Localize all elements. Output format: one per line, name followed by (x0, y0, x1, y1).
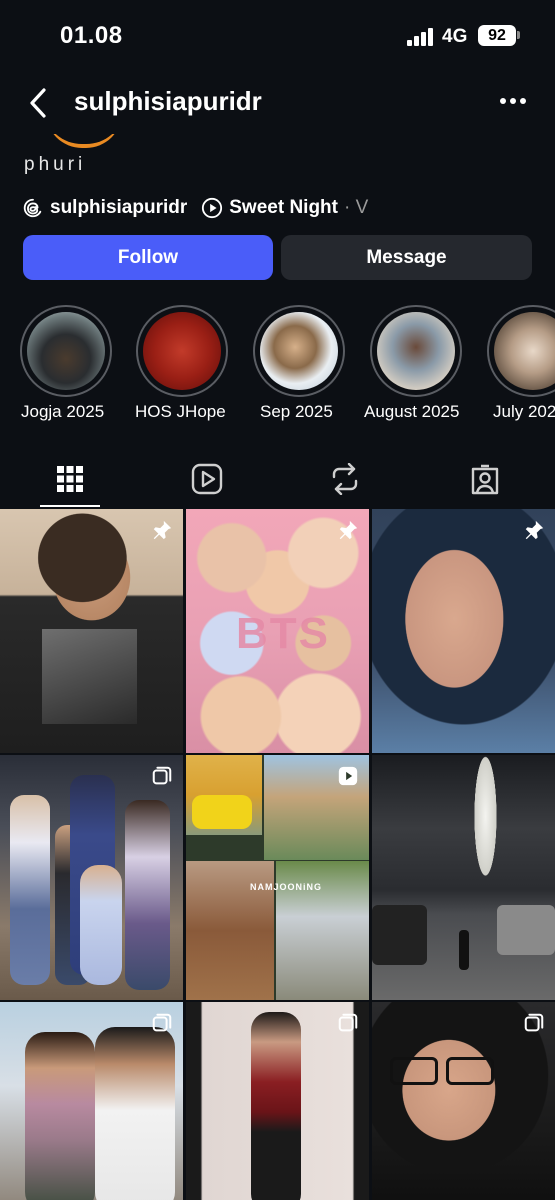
signal-icon (407, 28, 433, 46)
post-tile[interactable] (0, 1002, 183, 1200)
post-tile[interactable] (186, 1002, 369, 1200)
person-figure (80, 865, 122, 985)
carousel-icon (338, 1013, 358, 1032)
profile-links: sulphisiapuridr Sweet Night · V (22, 194, 368, 222)
person-figure (125, 800, 170, 990)
shirt-print (42, 629, 137, 724)
tab-posts[interactable] (40, 455, 100, 503)
post-tile[interactable] (0, 509, 183, 753)
bts-caption: BTS (236, 609, 330, 658)
battery-tip (517, 31, 520, 39)
pin-icon (339, 520, 358, 540)
person-figure (251, 1012, 301, 1200)
back-button[interactable] (24, 86, 56, 120)
highlight-label: August 2025 (364, 402, 460, 421)
post-tile[interactable] (0, 755, 183, 1000)
highlight-ring (136, 305, 228, 397)
tab-tagged[interactable] (455, 455, 515, 503)
post-tile[interactable] (372, 755, 555, 1000)
chevron-left-icon (30, 88, 46, 118)
highlight-label: Jogja 2025 (21, 402, 105, 421)
story-highlights: Jogja 2025 HOS JHope Sep 2025 August 202… (0, 305, 555, 425)
posts-grid: BTS NAMJOONiNG (0, 509, 555, 1200)
grid-icon (57, 466, 83, 492)
reposts-icon (332, 463, 358, 495)
collage-caption: NAMJOONiNG (249, 882, 322, 892)
more-dot-icon (500, 98, 506, 104)
message-button[interactable]: Message (281, 235, 532, 280)
parked-car (497, 905, 555, 955)
profile-picture-ring (46, 134, 122, 148)
post-tile[interactable] (372, 509, 555, 753)
highlight-thumbnail (143, 312, 221, 390)
highlight-ring (370, 305, 462, 397)
person-figure (459, 930, 469, 970)
highlight-ring (20, 305, 112, 397)
post-tile[interactable]: BTS (186, 509, 369, 753)
glasses-lens (446, 1057, 494, 1085)
profile-tabs (0, 455, 555, 507)
carousel-icon (152, 766, 172, 785)
more-dot-icon (520, 98, 526, 104)
music-artist: · V (343, 197, 369, 218)
person-figure (10, 795, 50, 985)
glasses-lens (390, 1057, 438, 1085)
carousel-icon (152, 1013, 172, 1032)
person-figure (95, 1027, 175, 1200)
follow-button[interactable]: Follow (23, 235, 273, 280)
status-bar: 01.08 4G 92 (0, 0, 555, 70)
more-options-button[interactable] (500, 98, 530, 108)
highlight-ring (487, 305, 555, 397)
post-tile[interactable] (372, 1002, 555, 1200)
person-figure (25, 1032, 95, 1200)
reels-icon (191, 463, 223, 495)
threads-icon (23, 198, 42, 218)
carousel-icon (524, 1013, 544, 1032)
tagged-icon (471, 464, 499, 495)
tab-reposts[interactable] (315, 455, 375, 503)
reel-icon (338, 766, 358, 786)
highlight-thumbnail (260, 312, 338, 390)
battery-icon: 92 (478, 25, 516, 46)
play-circle-icon (202, 197, 223, 219)
tab-reels[interactable] (177, 455, 237, 503)
highlight-label: July 2025 (493, 402, 555, 421)
highlight-thumbnail (494, 312, 555, 390)
more-dot-icon (510, 98, 516, 104)
pin-icon (525, 520, 544, 540)
threads-handle-link[interactable]: sulphisiapuridr (50, 197, 187, 219)
music-title-link[interactable]: Sweet Night (229, 197, 338, 219)
network-type: 4G (442, 26, 468, 47)
pin-icon (153, 520, 172, 540)
yellow-car (192, 795, 252, 829)
highlight-label: HOS JHope (135, 402, 226, 421)
active-tab-indicator (40, 505, 100, 507)
highlight-label: Sep 2025 (260, 402, 333, 421)
profile-username: sulphisiapuridr (74, 86, 262, 116)
profile-name: phuri (24, 154, 87, 175)
highlight-ring (253, 305, 345, 397)
parked-car (372, 905, 427, 965)
status-time: 01.08 (60, 22, 123, 49)
highlight-thumbnail (27, 312, 105, 390)
post-tile[interactable]: NAMJOONiNG (186, 755, 369, 1000)
highlight-thumbnail (377, 312, 455, 390)
